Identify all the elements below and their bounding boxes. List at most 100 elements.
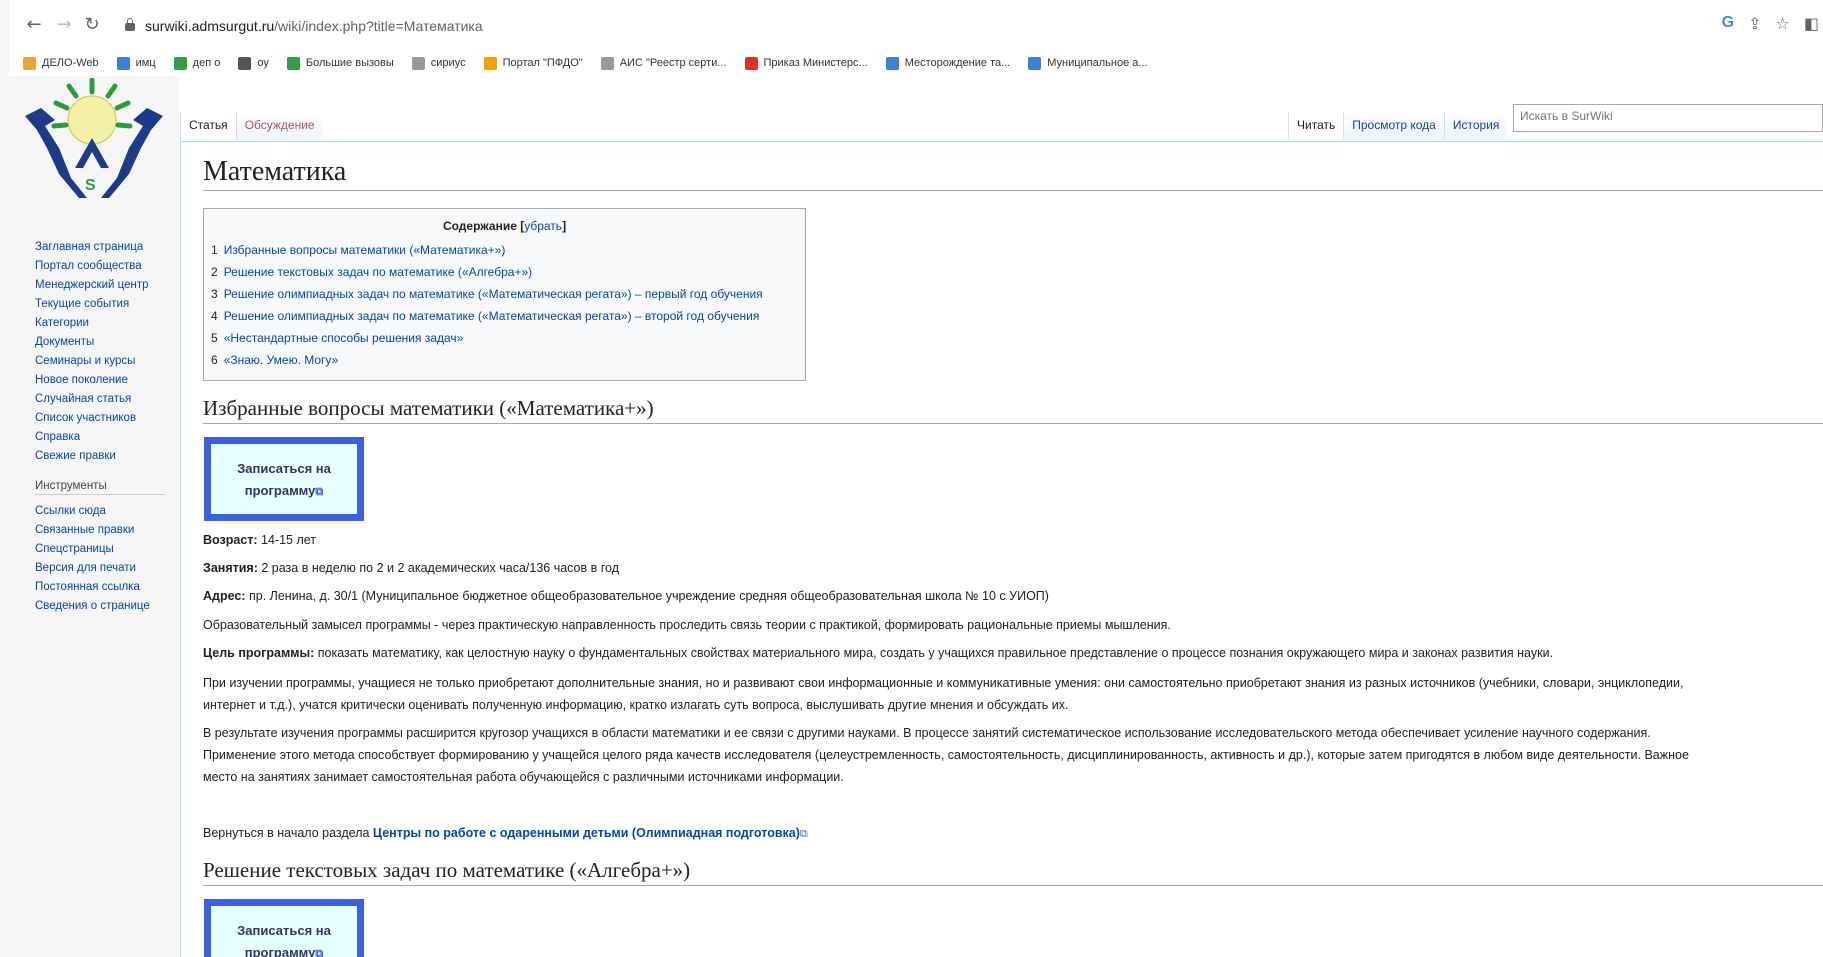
toc-item-number: 4 [211, 309, 218, 323]
page-tab[interactable]: Читать [1288, 112, 1344, 140]
bookmark-label: Портал "ПФДО" [502, 57, 583, 69]
sidebar-nav-link[interactable]: Новое поколение [35, 371, 148, 390]
sidebar-tool-link[interactable]: Ссылки сюда [35, 502, 150, 521]
toc-item[interactable]: 5 «Нестандартные способы решения задач» [211, 327, 805, 349]
search-input[interactable]: Искать в SurWiki [1513, 104, 1823, 132]
bookmark-item[interactable]: АИС "Реестр серти... [600, 56, 727, 70]
toc-item-link[interactable]: «Нестандартные способы решения задач» [224, 331, 464, 345]
section-heading-1: Избранные вопросы математики («Математик… [203, 396, 1823, 424]
toc-item-number: 6 [211, 353, 218, 367]
bookmark-favicon-icon [411, 56, 425, 70]
page-tab[interactable]: История [1443, 112, 1508, 140]
svg-text:S: S [85, 177, 96, 194]
address-line: Адрес: пр. Ленина, д. 30/1 (Муниципально… [203, 585, 1823, 607]
bookmark-label: имц [135, 57, 156, 69]
bookmark-item[interactable]: Муниципальное а... [1028, 56, 1148, 70]
google-icon[interactable]: G [1722, 14, 1734, 33]
toc-item[interactable]: 4 Решение олимпиадных задач по математике… [211, 305, 805, 327]
bookmark-label: ДЕЛО-Web [42, 57, 99, 69]
star-icon[interactable]: ☆ [1776, 14, 1790, 33]
forward-icon[interactable]: → [53, 14, 75, 36]
enroll-button-2[interactable]: Записаться на программу⧉ [204, 899, 364, 957]
bookmark-item[interactable]: имц [116, 56, 156, 70]
bookmark-item[interactable]: Приказ Министерс... [744, 56, 868, 70]
lock-icon [125, 18, 135, 31]
toc-item-number: 3 [211, 287, 218, 301]
sidebar-nav-link[interactable]: Категории [35, 314, 148, 333]
paragraph-2-line-1: В результате изучения программы расширит… [203, 726, 1651, 740]
sidebar-nav-link[interactable]: Заглавная страница [35, 238, 148, 257]
toc-title: Содержание [убрать] [442, 219, 567, 233]
bookmark-label: деп о [192, 57, 221, 69]
bookmark-favicon-icon [116, 56, 130, 70]
bookmark-item[interactable]: сириус [411, 56, 466, 70]
bookmark-favicon-icon [600, 56, 614, 70]
goal-line: Цель программы: показать математику, как… [203, 642, 1823, 664]
bookmark-item[interactable]: Месторождение та... [885, 56, 1010, 70]
url-domain: surwiki.admsurgut.ru [145, 18, 275, 34]
bookmark-item[interactable]: деп о [173, 56, 221, 70]
page-tab[interactable]: Просмотр кода [1343, 112, 1444, 140]
sidepanel-icon[interactable]: ◧ [1804, 14, 1819, 33]
toc-heading: Содержание [442, 219, 517, 233]
address-value: пр. Ленина, д. 30/1 (Муниципальное бюдже… [245, 589, 1049, 603]
paragraph-1-line-1: При изучении программы, учащиеся не толь… [203, 676, 1684, 690]
bookmark-label: сириус [430, 57, 466, 69]
sidebar-navigation: Заглавная страница Портал сообщества Менед… [35, 238, 148, 466]
toc-item-link[interactable]: «Знаю. Умею. Могу» [224, 353, 339, 367]
sidebar-nav-link[interactable]: Свежие правки [35, 447, 148, 466]
sidebar-nav-link[interactable]: Текущие события [35, 295, 148, 314]
bookmark-favicon-icon [885, 56, 899, 70]
sidebar-tool-link[interactable]: Версия для печати [35, 559, 150, 578]
bookmark-item[interactable]: Большие вызовы [286, 56, 394, 70]
toc-item-link[interactable]: Решение олимпиадных задач по математике … [224, 309, 760, 323]
sidebar-nav-link[interactable]: Документы [35, 333, 148, 352]
bookmark-label: Муниципальное а... [1047, 57, 1148, 69]
external-link-icon: ⧉ [315, 486, 324, 498]
age-label: Возраст: [203, 533, 258, 547]
toc-item-number: 2 [211, 265, 218, 279]
view-tabs: Читать Просмотр кода История [1288, 104, 1508, 140]
goal-label: Цель программы: [203, 646, 315, 660]
address-bar[interactable]: surwiki.admsurgut.ru/wiki/index.php?titl… [119, 12, 1679, 40]
reload-icon[interactable]: ↻ [81, 14, 103, 36]
enroll-button-1[interactable]: Записаться на программу⧉ [204, 437, 364, 521]
site-logo[interactable]: S [19, 78, 169, 203]
toc-item-link[interactable]: Решение текстовых задач по математике («… [224, 265, 532, 279]
page-tab[interactable]: Статья [180, 112, 236, 140]
toc-item[interactable]: 3 Решение олимпиадных задач по математике… [211, 283, 805, 305]
bookmark-item[interactable]: Портал "ПФДО" [483, 56, 583, 70]
age-line: Возраст: 14-15 лет [203, 529, 1823, 551]
toc-toggle[interactable]: убрать [524, 219, 562, 233]
toc-item-link[interactable]: Избранные вопросы математики («Математик… [224, 243, 506, 257]
address-label: Адрес: [203, 589, 246, 603]
sidebar-tool-link[interactable]: Сведения о странице [35, 597, 150, 616]
bookmark-item[interactable]: ДЕЛО-Web [23, 56, 99, 70]
sidebar-nav-link[interactable]: Случайная статья [35, 390, 148, 409]
toc-item-link[interactable]: Решение олимпиадных задач по математике … [224, 287, 763, 301]
toc-list: 1 Избранные вопросы математики («Математи… [211, 239, 805, 371]
bookmark-favicon-icon [744, 56, 758, 70]
toc-item[interactable]: 2 Решение текстовых задач по математике (… [211, 261, 805, 283]
concept-line: Образовательный замысел программы - чере… [203, 618, 1171, 632]
sidebar-tool-link[interactable]: Связанные правки [35, 521, 150, 540]
toc-item[interactable]: 6 «Знаю. Умею. Могу» [211, 349, 805, 371]
toc-item[interactable]: 1 Избранные вопросы математики («Математи… [211, 239, 805, 261]
sidebar-nav-link[interactable]: Справка [35, 428, 148, 447]
external-link-icon: ⧉ [315, 948, 324, 957]
sidebar-nav-link[interactable]: Семинары и курсы [35, 352, 148, 371]
bookmark-label: Большие вызовы [305, 57, 394, 69]
sidebar-nav-link[interactable]: Портал сообщества [35, 257, 148, 276]
bookmark-item[interactable]: оу [238, 56, 269, 70]
back-icon[interactable]: ← [23, 14, 45, 36]
sidebar-nav-link[interactable]: Менеджерский центр [35, 276, 148, 295]
return-link[interactable]: Центры по работе с одаренными детьми (Ол… [373, 826, 800, 840]
share-icon[interactable]: ⇪ [1748, 14, 1761, 33]
sidebar-nav-link[interactable]: Список участников [35, 409, 148, 428]
sidebar-tool-link[interactable]: Постоянная ссылка [35, 578, 150, 597]
namespace-tabs: Статья Обсуждение [180, 104, 323, 140]
url-path: /wiki/index.php?title=Математика [274, 18, 483, 34]
page-tab[interactable]: Обсуждение [235, 112, 323, 140]
sidebar-tool-link[interactable]: Спецстраницы [35, 540, 150, 559]
external-link-icon: ⧉ [799, 828, 808, 840]
